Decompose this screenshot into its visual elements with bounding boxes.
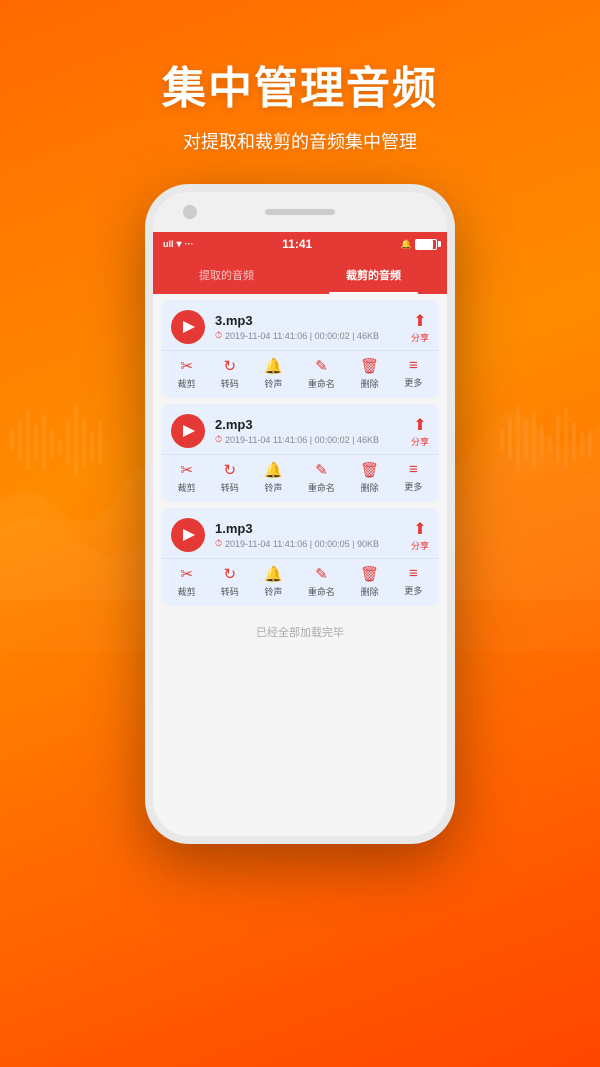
notification-icon: 🔔 [401,239,412,250]
action-transcode-3[interactable]: ↻ 转码 [221,357,239,390]
action-ringtone-3[interactable]: 🔔 铃声 [264,357,283,390]
clock-icon-2: ⏱ [215,434,222,445]
share-button-2[interactable]: ⬆ 分享 [411,415,429,448]
play-button-1[interactable] [171,518,205,552]
action-rename-3[interactable]: ✎ 重命名 [308,357,335,390]
action-rename-2[interactable]: ✎ 重命名 [308,461,335,494]
phone-speaker [265,209,335,215]
ringtone-icon: 🔔 [264,357,283,375]
audio-main-1: 1.mp3 ⏱ 2019-11-04 11:41:06 | 00:00:05 |… [161,508,439,558]
action-delete-2[interactable]: 🗑 删除 [360,461,379,494]
transcode-icon-1: ↻ [224,565,237,583]
header-subtitle: 对提取和裁剪的音频集中管理 [0,128,600,154]
rename-icon: ✎ [315,357,328,375]
transcode-icon: ↻ [224,357,237,375]
status-right: 🔔 [401,239,437,250]
action-more-2[interactable]: ≡ 更多 [404,461,422,494]
audio-info-2: 2.mp3 ⏱ 2019-11-04 11:41:06 | 00:00:02 |… [215,417,411,445]
wifi-icon: ▾ [177,239,182,250]
action-transcode-1[interactable]: ↻ 转码 [221,565,239,598]
rename-icon-2: ✎ [315,461,328,479]
action-bar-1: ✂ 裁剪 ↻ 转码 🔔 铃声 ✎ 重命名 [161,558,439,606]
content-footer: 已经全部加载完毕 [153,612,447,652]
audio-item-2: 2.mp3 ⏱ 2019-11-04 11:41:06 | 00:00:02 |… [161,404,439,502]
audio-main-3: 3.mp3 ⏱ 2019-11-04 11:41:06 | 00:00:02 |… [161,300,439,350]
header-section: 集中管理音频 对提取和裁剪的音频集中管理 [0,0,600,154]
audio-info-1: 1.mp3 ⏱ 2019-11-04 11:41:06 | 00:00:05 |… [215,521,411,549]
audio-name-1: 1.mp3 [215,521,411,536]
action-delete-3[interactable]: 🗑 删除 [360,357,379,390]
more-icon: ≡ [409,357,418,374]
battery-fill [416,240,433,249]
share-icon: ⬆ [413,311,426,331]
action-more-1[interactable]: ≡ 更多 [404,565,422,598]
action-trim-3[interactable]: ✂ 裁剪 [178,357,196,390]
trim-icon: ✂ [180,357,193,375]
action-trim-1[interactable]: ✂ 裁剪 [178,565,196,598]
audio-item-1: 1.mp3 ⏱ 2019-11-04 11:41:06 | 00:00:05 |… [161,508,439,606]
phone-top [153,192,447,232]
action-bar-3: ✂ 裁剪 ↻ 转码 🔔 铃声 ✎ 重命名 [161,350,439,398]
audio-main-2: 2.mp3 ⏱ 2019-11-04 11:41:06 | 00:00:02 |… [161,404,439,454]
play-triangle-icon [183,321,195,333]
trim-icon-1: ✂ [180,565,193,583]
status-left: ull ▾ ··· [163,239,194,250]
status-dots: ··· [185,239,194,249]
action-delete-1[interactable]: 🗑 删除 [360,565,379,598]
share-icon-1: ⬆ [413,519,426,539]
audio-item-3: 3.mp3 ⏱ 2019-11-04 11:41:06 | 00:00:02 |… [161,300,439,398]
delete-icon-1: 🗑 [360,565,379,583]
more-icon-1: ≡ [409,565,418,582]
delete-icon: 🗑 [360,357,379,375]
phone-camera [183,205,197,219]
clock-icon: ⏱ [215,330,222,341]
phone-body: ull ▾ ··· 11:41 🔔 提取的音频 裁剪的音频 [145,184,455,844]
play-triangle-icon-1 [183,529,195,541]
action-trim-2[interactable]: ✂ 裁剪 [178,461,196,494]
audio-meta-1: ⏱ 2019-11-04 11:41:06 | 00:00:05 | 90KB [215,538,411,549]
tab-trimmed-audio[interactable]: 裁剪的音频 [300,256,447,294]
audio-meta-2: ⏱ 2019-11-04 11:41:06 | 00:00:02 | 46KB [215,434,411,445]
ringtone-icon-2: 🔔 [264,461,283,479]
transcode-icon-2: ↻ [224,461,237,479]
action-bar-2: ✂ 裁剪 ↻ 转码 🔔 铃声 ✎ 重命名 [161,454,439,502]
share-button-1[interactable]: ⬆ 分享 [411,519,429,552]
status-bar: ull ▾ ··· 11:41 🔔 [153,232,447,256]
audio-name-2: 2.mp3 [215,417,411,432]
delete-icon-2: 🗑 [360,461,379,479]
status-time: 11:41 [282,237,312,251]
action-more-3[interactable]: ≡ 更多 [404,357,422,390]
tab-bar: 提取的音频 裁剪的音频 [153,256,447,294]
action-ringtone-1[interactable]: 🔔 铃声 [264,565,283,598]
share-icon-2: ⬆ [413,415,426,435]
signal-icon: ull [163,239,174,249]
clock-icon-1: ⏱ [215,538,222,549]
audio-meta-3: ⏱ 2019-11-04 11:41:06 | 00:00:02 | 46KB [215,330,411,341]
play-triangle-icon-2 [183,425,195,437]
rename-icon-1: ✎ [315,565,328,583]
play-button-2[interactable] [171,414,205,448]
audio-name-3: 3.mp3 [215,313,411,328]
trim-icon-2: ✂ [180,461,193,479]
share-button-3[interactable]: ⬆ 分享 [411,311,429,344]
audio-info-3: 3.mp3 ⏱ 2019-11-04 11:41:06 | 00:00:02 |… [215,313,411,341]
header-title: 集中管理音频 [0,52,600,116]
tab-extracted-audio[interactable]: 提取的音频 [153,256,300,294]
action-transcode-2[interactable]: ↻ 转码 [221,461,239,494]
action-rename-1[interactable]: ✎ 重命名 [308,565,335,598]
phone-mockup: ull ▾ ··· 11:41 🔔 提取的音频 裁剪的音频 [0,184,600,844]
play-button-3[interactable] [171,310,205,344]
battery-icon [415,239,437,250]
more-icon-2: ≡ [409,461,418,478]
content-area[interactable]: 3.mp3 ⏱ 2019-11-04 11:41:06 | 00:00:02 |… [153,294,447,844]
ringtone-icon-1: 🔔 [264,565,283,583]
action-ringtone-2[interactable]: 🔔 铃声 [264,461,283,494]
